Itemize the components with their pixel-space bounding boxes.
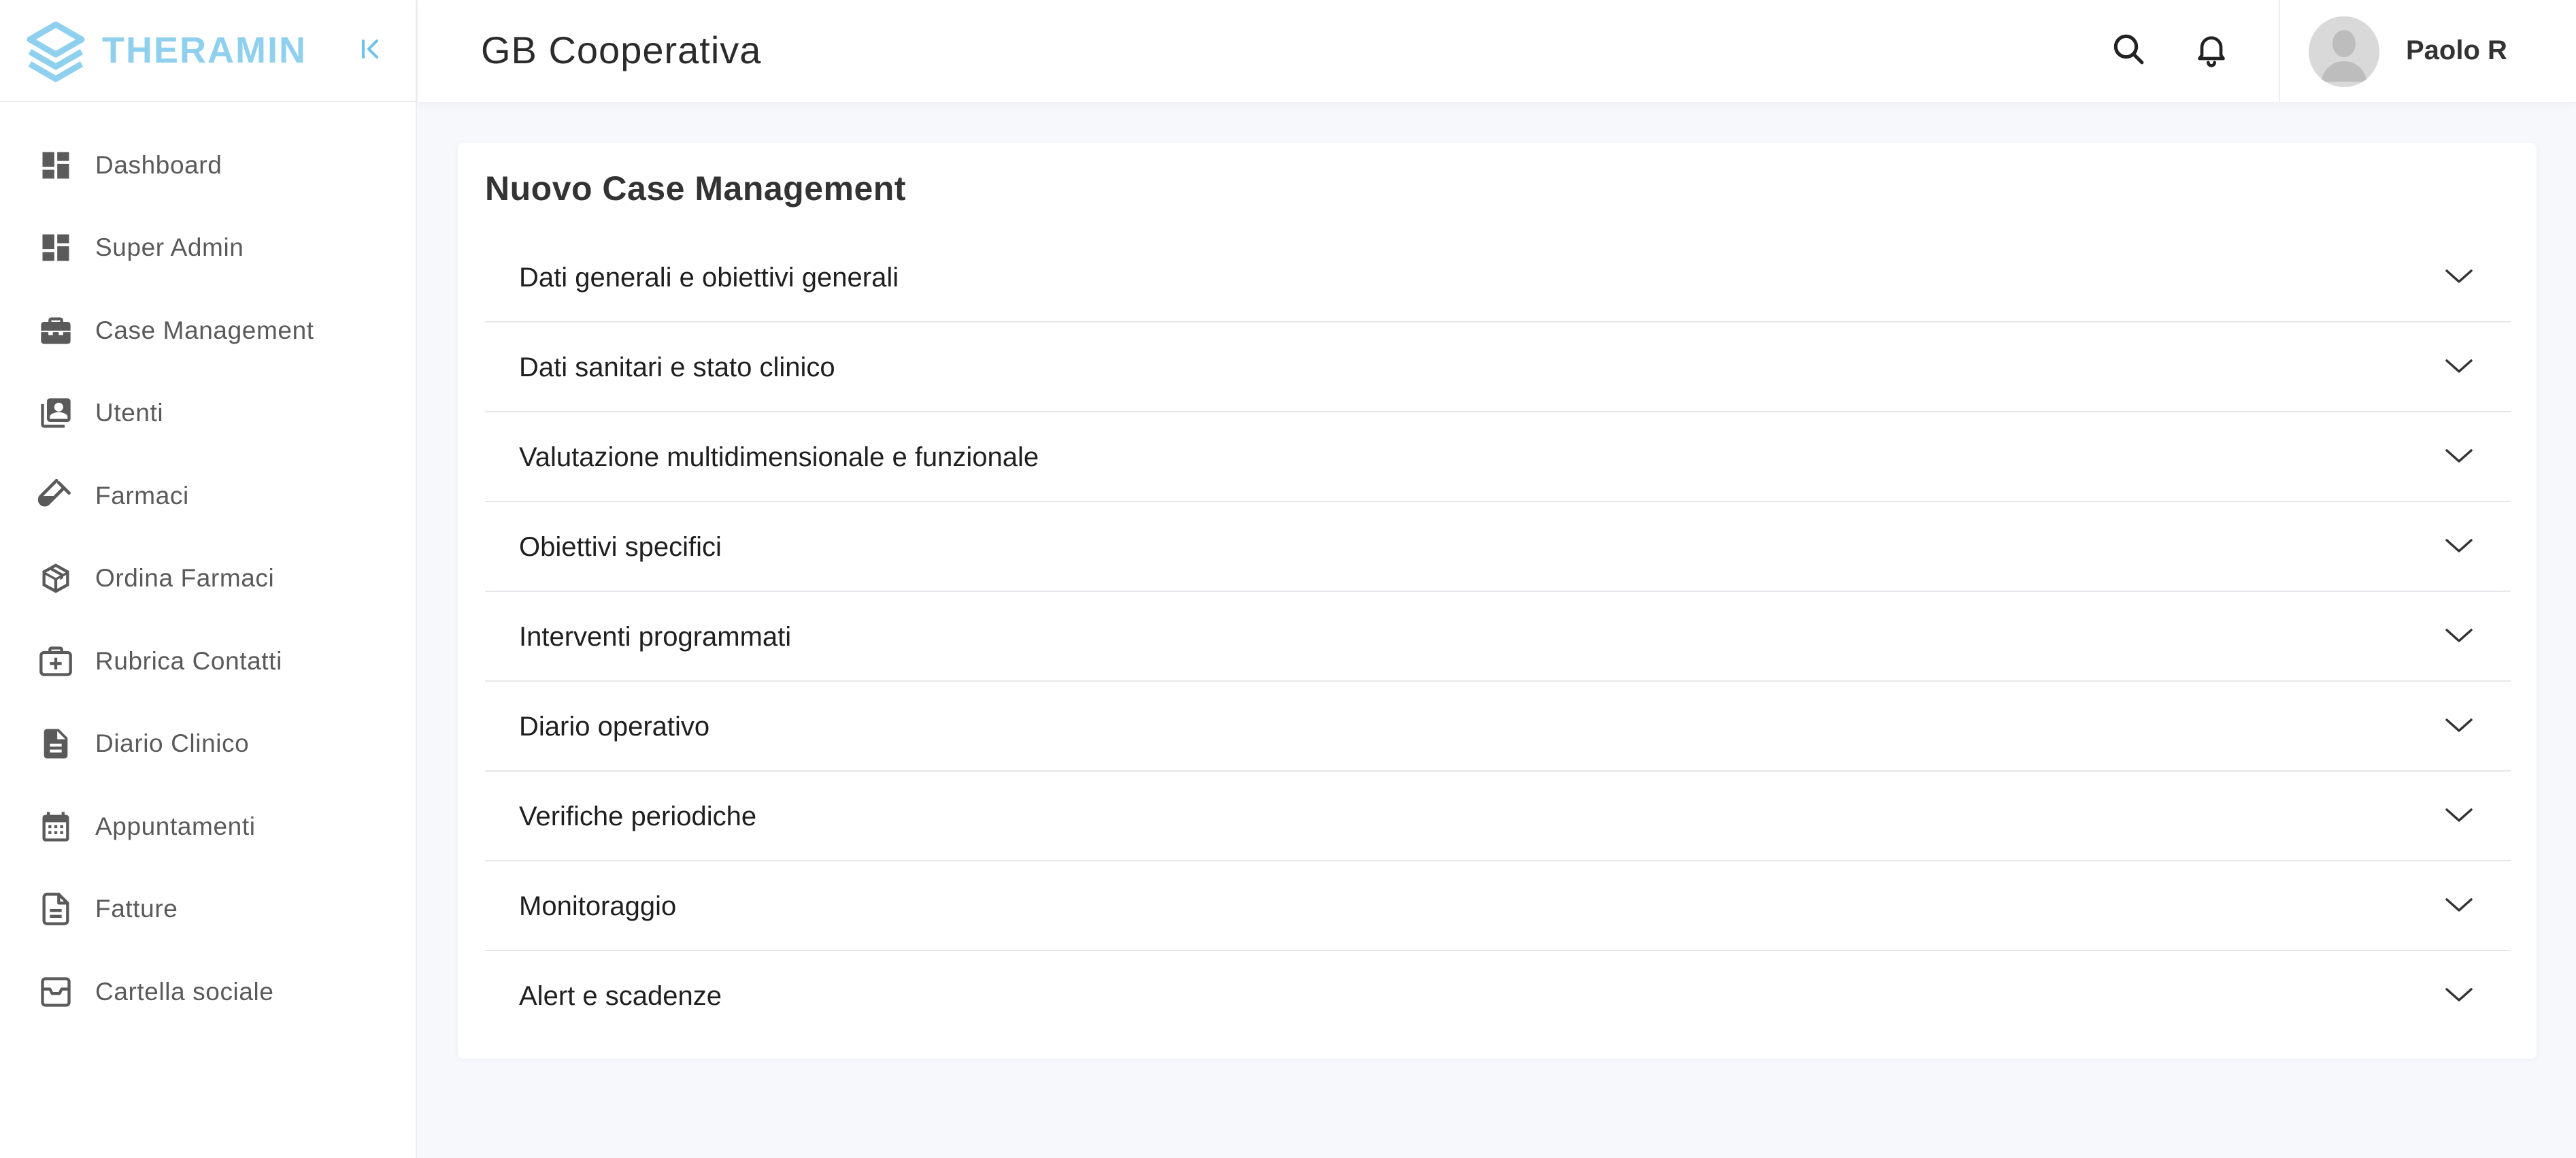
sidebar-item-label: Case Management: [95, 316, 314, 344]
accordion-item-label: Interventi programmati: [519, 622, 792, 652]
package-icon: [38, 561, 73, 596]
accordion-item-label: Valutazione multidimensionale e funziona…: [519, 442, 1039, 472]
chevron-down-icon[interactable]: [2443, 260, 2475, 293]
document-icon: [38, 726, 73, 761]
sidebar-item-label: Super Admin: [95, 233, 244, 262]
sidebar-item-dashboard[interactable]: Dashboard: [0, 124, 417, 207]
chevron-down-icon[interactable]: [2443, 709, 2475, 742]
sidebar-item-label: Farmaci: [95, 481, 189, 510]
chevron-down-icon[interactable]: [2443, 619, 2475, 652]
sidebar-item-label: Cartella sociale: [95, 977, 274, 1006]
accordion-item-label: Monitoraggio: [519, 891, 677, 921]
sidebar-item-label: Diario Clinico: [95, 729, 250, 758]
sidebar-item-label: Rubrica Contatti: [95, 646, 282, 675]
accordion-item[interactable]: Interventi programmati: [485, 592, 2511, 682]
top-header: GB Cooperativa Paolo R: [418, 0, 2576, 102]
archive-box-icon: [38, 974, 73, 1010]
sidebar-item-utenti[interactable]: Utenti: [0, 372, 417, 455]
sidebar-item-ordina-farmaci[interactable]: Ordina Farmaci: [0, 537, 417, 621]
card-title: Nuovo Case Management: [485, 169, 906, 208]
accordion-item[interactable]: Verifiche periodiche: [485, 772, 2511, 861]
accordion-item[interactable]: Valutazione multidimensionale e funziona…: [485, 412, 2511, 502]
sidebar-item-diario-clinico[interactable]: Diario Clinico: [0, 703, 417, 786]
sidebar-item-label: Utenti: [95, 399, 164, 427]
accordion-item[interactable]: Monitoraggio: [485, 861, 2511, 951]
page-title: GB Cooperativa: [481, 29, 762, 71]
sidebar-item-label: Fatture: [95, 895, 178, 923]
accordion: Dati generali e obiettivi generali Dati …: [485, 233, 2511, 1041]
chevron-down-icon[interactable]: [2443, 440, 2475, 472]
accordion-item-label: Obiettivi specifici: [519, 532, 722, 562]
sidebar-item-label: Ordina Farmaci: [95, 564, 275, 593]
theramin-logo-icon: [23, 19, 88, 84]
dashboard-icon: [38, 230, 73, 265]
sidebar-item-label: Appuntamenti: [95, 812, 256, 840]
accordion-item-label: Dati sanitari e stato clinico: [519, 352, 835, 382]
search-icon[interactable]: [2109, 30, 2147, 68]
contacts-book-icon: [38, 395, 73, 431]
accordion-item-label: Verifiche periodiche: [519, 801, 757, 831]
sidebar-nav: Dashboard Super Admin Case Management Ut…: [0, 124, 417, 1033]
accordion-item-label: Alert e scadenze: [519, 981, 722, 1011]
avatar-icon: [2309, 16, 2379, 87]
sidebar-item-super-admin[interactable]: Super Admin: [0, 207, 417, 290]
brand-header: THERAMIN: [0, 0, 417, 102]
sidebar-item-label: Dashboard: [95, 150, 222, 179]
test-tube-icon: [37, 478, 73, 514]
accordion-item-label: Diario operativo: [519, 712, 710, 742]
chevron-down-icon[interactable]: [2443, 350, 2475, 382]
medical-kit-icon: [38, 644, 73, 679]
sidebar-item-case-management[interactable]: Case Management: [0, 289, 417, 372]
user-menu[interactable]: Paolo R: [2279, 0, 2576, 102]
briefcase-icon: [38, 313, 73, 348]
invoice-icon: [38, 891, 73, 927]
brand-name: THERAMIN: [102, 30, 307, 71]
sidebar: THERAMIN Dashboard Super Admin Case Mana…: [0, 0, 417, 1158]
case-management-card: Nuovo Case Management Dati generali e ob…: [458, 143, 2537, 1059]
sidebar-item-rubrica-contatti[interactable]: Rubrica Contatti: [0, 620, 417, 703]
accordion-item[interactable]: Dati sanitari e stato clinico: [485, 322, 2511, 412]
accordion-item[interactable]: Diario operativo: [485, 682, 2511, 772]
sidebar-item-fatture[interactable]: Fatture: [0, 868, 417, 951]
dashboard-icon: [38, 148, 73, 183]
accordion-item[interactable]: Obiettivi specifici: [485, 502, 2511, 592]
collapse-sidebar-icon[interactable]: [356, 34, 386, 64]
accordion-item[interactable]: Alert e scadenze: [485, 951, 2511, 1041]
sidebar-item-farmaci[interactable]: Farmaci: [0, 454, 417, 537]
user-name: Paolo R: [2406, 35, 2507, 65]
chevron-down-icon[interactable]: [2443, 889, 2475, 921]
calendar-icon: [38, 809, 73, 844]
bell-icon[interactable]: [2192, 30, 2230, 68]
chevron-down-icon[interactable]: [2443, 978, 2475, 1011]
sidebar-item-cartella-sociale[interactable]: Cartella sociale: [0, 950, 417, 1033]
sidebar-item-appuntamenti[interactable]: Appuntamenti: [0, 785, 417, 868]
chevron-down-icon[interactable]: [2443, 529, 2475, 562]
accordion-item[interactable]: Dati generali e obiettivi generali: [485, 233, 2511, 322]
chevron-down-icon[interactable]: [2443, 799, 2475, 831]
accordion-item-label: Dati generali e obiettivi generali: [519, 263, 899, 293]
